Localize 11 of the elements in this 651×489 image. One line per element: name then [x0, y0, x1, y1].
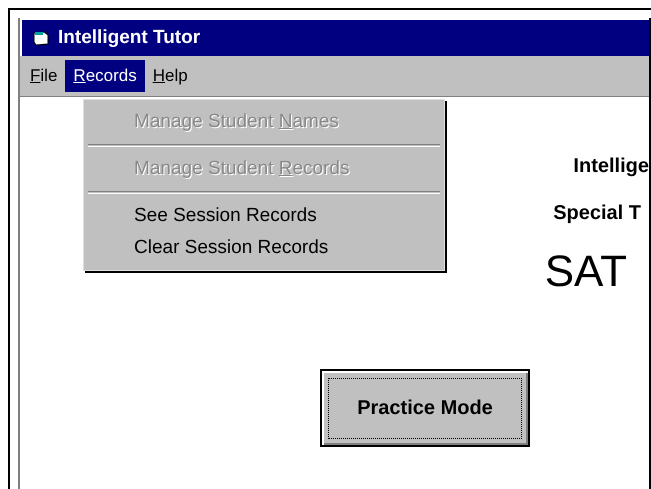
menu-item[interactable]: Clear Session Records: [84, 232, 444, 264]
menu-item[interactable]: Help: [144, 60, 196, 92]
window-icon: [32, 30, 50, 46]
practice-mode-button[interactable]: Practice Mode: [320, 369, 530, 447]
subheading: Special T: [553, 202, 641, 225]
menu-item[interactable]: See Session Records: [84, 200, 444, 232]
title-text: SAT: [544, 247, 627, 297]
menu-item[interactable]: Records: [65, 60, 145, 92]
heading: Intellige: [573, 155, 649, 178]
window-title: Intelligent Tutor: [58, 27, 200, 49]
menu-item[interactable]: File: [22, 60, 66, 92]
